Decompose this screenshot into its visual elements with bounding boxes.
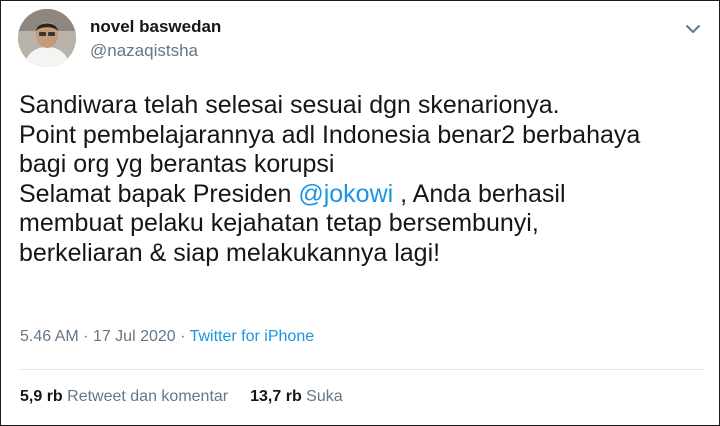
tweet-stats: 5,9 rb Retweet dan komentar 13,7 rb Suka bbox=[20, 388, 343, 406]
meta-separator: · bbox=[83, 328, 89, 345]
tweet-text: Sandiwara telah selesai sesuai dgn skena… bbox=[19, 91, 709, 268]
user-handle[interactable]: @nazaqistsha bbox=[90, 41, 198, 61]
tweet-line: berkeliaran & siap melakukannya lagi! bbox=[19, 238, 441, 267]
tweet-timestamp[interactable]: 5.46 AM · 17 Jul 2020 bbox=[20, 328, 176, 345]
tweet-line: Selamat bapak Presiden @jokowi , Anda be… bbox=[19, 180, 709, 210]
retweet-label: Retweet dan komentar bbox=[67, 388, 229, 405]
like-label: Suka bbox=[306, 388, 343, 405]
tweet-time[interactable]: 5.46 AM bbox=[20, 328, 79, 345]
avatar[interactable] bbox=[18, 9, 76, 67]
retweet-count: 5,9 rb bbox=[20, 388, 63, 405]
retweet-stat[interactable]: 5,9 rb Retweet dan komentar bbox=[20, 388, 228, 405]
like-stat[interactable]: 13,7 rb Suka bbox=[250, 388, 343, 405]
avatar-photo bbox=[18, 9, 76, 67]
tweet-date[interactable]: 17 Jul 2020 bbox=[93, 328, 176, 345]
tweet-text-segment: , Anda berhasil bbox=[393, 179, 566, 208]
divider bbox=[19, 369, 703, 370]
chevron-down-icon[interactable] bbox=[683, 19, 703, 39]
tweet-line: membuat pelaku kejahatan tetap bersembun… bbox=[19, 209, 539, 237]
tweet-card: novel baswedan @nazaqistsha Sandiwara te… bbox=[0, 0, 720, 426]
meta-separator: · bbox=[180, 328, 186, 345]
like-count: 13,7 rb bbox=[250, 388, 302, 405]
tweet-line: Sandiwara telah selesai sesuai dgn skena… bbox=[19, 91, 560, 119]
tweet-source-link[interactable]: Twitter for iPhone bbox=[190, 328, 315, 345]
tweet-line: Point pembelajarannya adl Indonesia bena… bbox=[19, 120, 641, 149]
user-name[interactable]: novel baswedan bbox=[90, 17, 221, 37]
mention-link[interactable]: @jokowi bbox=[298, 180, 393, 208]
tweet-line: bagi org yg berantas korupsi bbox=[19, 150, 335, 178]
tweet-meta: 5.46 AM · 17 Jul 2020 · Twitter for iPho… bbox=[20, 328, 314, 346]
tweet-text-segment: Selamat bapak Presiden bbox=[19, 179, 299, 208]
